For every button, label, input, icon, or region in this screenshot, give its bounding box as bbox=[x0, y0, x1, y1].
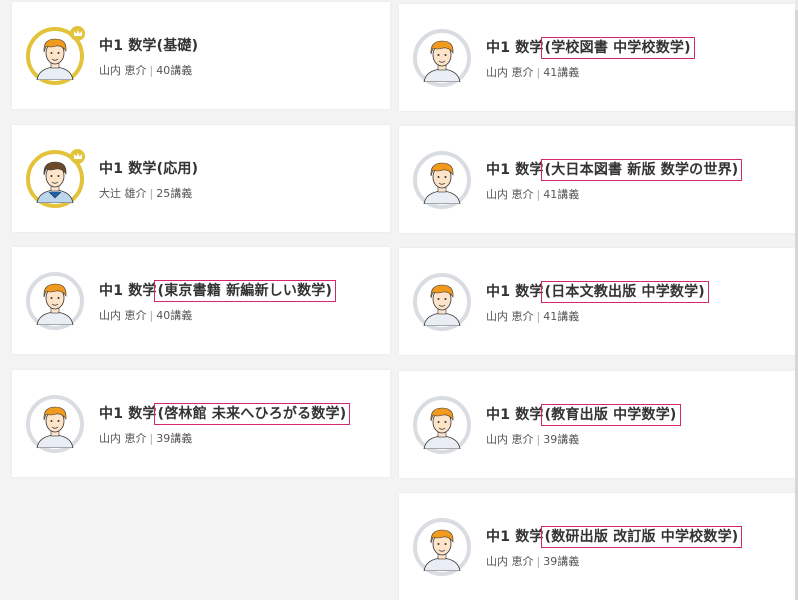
course-card[interactable]: 中1 数学(教育出版 中学数学) 山内 恵介 | 39講義 bbox=[399, 371, 798, 478]
lecture-count: 39講義 bbox=[543, 433, 580, 446]
course-card[interactable]: 中1 数学(啓林館 未来へひろがる数学) 山内 恵介 | 39講義 bbox=[12, 370, 390, 477]
crown-icon bbox=[70, 25, 85, 41]
course-meta: 山内 恵介 | 39講義 bbox=[486, 553, 579, 569]
teacher-portrait bbox=[418, 400, 466, 449]
teacher-name: 大辻 雄介 bbox=[99, 187, 147, 200]
course-card[interactable]: 中1 数学(応用) 大辻 雄介 | 25講義 bbox=[12, 125, 390, 232]
course-title-textbook: (大日本図書 新版 数学の世界) bbox=[540, 159, 743, 181]
teacher-portrait bbox=[418, 33, 466, 82]
course-title[interactable]: 中1 数学(数研出版 改訂版 中学校数学) bbox=[486, 526, 743, 548]
course-title-prefix: 中1 数学 bbox=[486, 407, 544, 423]
course-card[interactable]: 中1 数学(東京書籍 新編新しい数学) 山内 恵介 | 40講義 bbox=[12, 247, 390, 354]
teacher-name: 山内 恵介 bbox=[99, 309, 147, 322]
course-title-textbook: (数研出版 改訂版 中学校数学) bbox=[540, 526, 743, 548]
course-meta: 山内 恵介 | 40講義 bbox=[99, 62, 192, 78]
meta-separator: | bbox=[536, 188, 541, 201]
teacher-avatar bbox=[413, 272, 471, 331]
lecture-count: 39講義 bbox=[543, 555, 580, 568]
course-title-prefix: 中1 数学 bbox=[486, 40, 544, 56]
course-title-textbook: (基礎) bbox=[156, 38, 199, 54]
meta-separator: | bbox=[149, 309, 154, 322]
meta-separator: | bbox=[536, 66, 541, 79]
course-title-textbook: (教育出版 中学数学) bbox=[540, 404, 681, 426]
meta-separator: | bbox=[536, 555, 541, 568]
course-card[interactable]: 中1 数学(学校図書 中学校数学) 山内 恵介 | 41講義 bbox=[399, 4, 798, 111]
course-title[interactable]: 中1 数学(応用) bbox=[99, 158, 198, 178]
lecture-count: 41講義 bbox=[543, 66, 580, 79]
lecture-count: 39講義 bbox=[156, 432, 193, 445]
teacher-portrait bbox=[418, 277, 466, 326]
course-title-prefix: 中1 数学 bbox=[486, 529, 544, 545]
teacher-avatar bbox=[413, 28, 471, 87]
course-title-textbook: (啓林館 未来へひろがる数学) bbox=[153, 403, 351, 425]
teacher-name: 山内 恵介 bbox=[486, 310, 534, 323]
course-meta: 山内 恵介 | 41講義 bbox=[486, 308, 579, 324]
lecture-count: 40講義 bbox=[156, 309, 193, 322]
meta-separator: | bbox=[536, 310, 541, 323]
teacher-name: 山内 恵介 bbox=[486, 188, 534, 201]
teacher-avatar bbox=[26, 148, 85, 208]
teacher-name: 山内 恵介 bbox=[99, 432, 147, 445]
teacher-portrait bbox=[418, 155, 466, 204]
teacher-avatar bbox=[26, 394, 84, 453]
course-meta: 山内 恵介 | 39講義 bbox=[486, 431, 579, 447]
course-meta: 山内 恵介 | 39講義 bbox=[99, 430, 192, 446]
course-card[interactable]: 中1 数学(数研出版 改訂版 中学校数学) 山内 恵介 | 39講義 bbox=[399, 493, 798, 600]
lecture-count: 41講義 bbox=[543, 188, 580, 201]
meta-separator: | bbox=[149, 187, 154, 200]
course-meta: 山内 恵介 | 41講義 bbox=[486, 186, 579, 202]
course-title-prefix: 中1 数学 bbox=[486, 162, 544, 178]
crown-icon bbox=[70, 148, 85, 164]
course-title[interactable]: 中1 数学(大日本図書 新版 数学の世界) bbox=[486, 159, 743, 181]
course-title-textbook: (日本文教出版 中学数学) bbox=[540, 281, 709, 303]
teacher-avatar bbox=[413, 517, 471, 576]
course-meta: 大辻 雄介 | 25講義 bbox=[99, 185, 192, 201]
course-meta: 山内 恵介 | 41講義 bbox=[486, 64, 579, 80]
course-title[interactable]: 中1 数学(教育出版 中学数学) bbox=[486, 404, 681, 426]
course-card[interactable]: 中1 数学(大日本図書 新版 数学の世界) 山内 恵介 | 41講義 bbox=[399, 126, 798, 233]
meta-separator: | bbox=[149, 64, 154, 77]
course-title[interactable]: 中1 数学(基礎) bbox=[99, 35, 198, 55]
course-title-textbook: (応用) bbox=[156, 161, 199, 177]
teacher-avatar bbox=[26, 25, 85, 85]
course-title-textbook: (学校図書 中学校数学) bbox=[540, 37, 695, 59]
teacher-name: 山内 恵介 bbox=[486, 66, 534, 79]
lecture-count: 41講義 bbox=[543, 310, 580, 323]
course-card[interactable]: 中1 数学(基礎) 山内 恵介 | 40講義 bbox=[12, 2, 390, 109]
teacher-portrait bbox=[31, 399, 79, 448]
course-title-prefix: 中1 数学 bbox=[486, 284, 544, 300]
course-title[interactable]: 中1 数学(啓林館 未来へひろがる数学) bbox=[99, 403, 351, 425]
course-title-prefix: 中1 数学 bbox=[99, 161, 157, 177]
course-card[interactable]: 中1 数学(日本文教出版 中学数学) 山内 恵介 | 41講義 bbox=[399, 248, 798, 355]
course-title-prefix: 中1 数学 bbox=[99, 38, 157, 54]
course-title[interactable]: 中1 数学(東京書籍 新編新しい数学) bbox=[99, 280, 337, 302]
teacher-name: 山内 恵介 bbox=[99, 64, 147, 77]
teacher-name: 山内 恵介 bbox=[486, 555, 534, 568]
meta-separator: | bbox=[536, 433, 541, 446]
teacher-avatar bbox=[26, 271, 84, 330]
course-meta: 山内 恵介 | 40講義 bbox=[99, 307, 192, 323]
teacher-name: 山内 恵介 bbox=[486, 433, 534, 446]
course-title[interactable]: 中1 数学(学校図書 中学校数学) bbox=[486, 37, 695, 59]
lecture-count: 40講義 bbox=[156, 64, 193, 77]
teacher-avatar bbox=[413, 150, 471, 209]
course-title-textbook: (東京書籍 新編新しい数学) bbox=[153, 280, 337, 302]
teacher-avatar bbox=[413, 395, 471, 454]
lecture-count: 25講義 bbox=[156, 187, 193, 200]
meta-separator: | bbox=[149, 432, 154, 445]
course-title-prefix: 中1 数学 bbox=[99, 283, 157, 299]
course-title-prefix: 中1 数学 bbox=[99, 406, 157, 422]
teacher-portrait bbox=[31, 276, 79, 325]
course-title[interactable]: 中1 数学(日本文教出版 中学数学) bbox=[486, 281, 709, 303]
left-gutter bbox=[0, 0, 6, 490]
teacher-portrait bbox=[418, 522, 466, 571]
